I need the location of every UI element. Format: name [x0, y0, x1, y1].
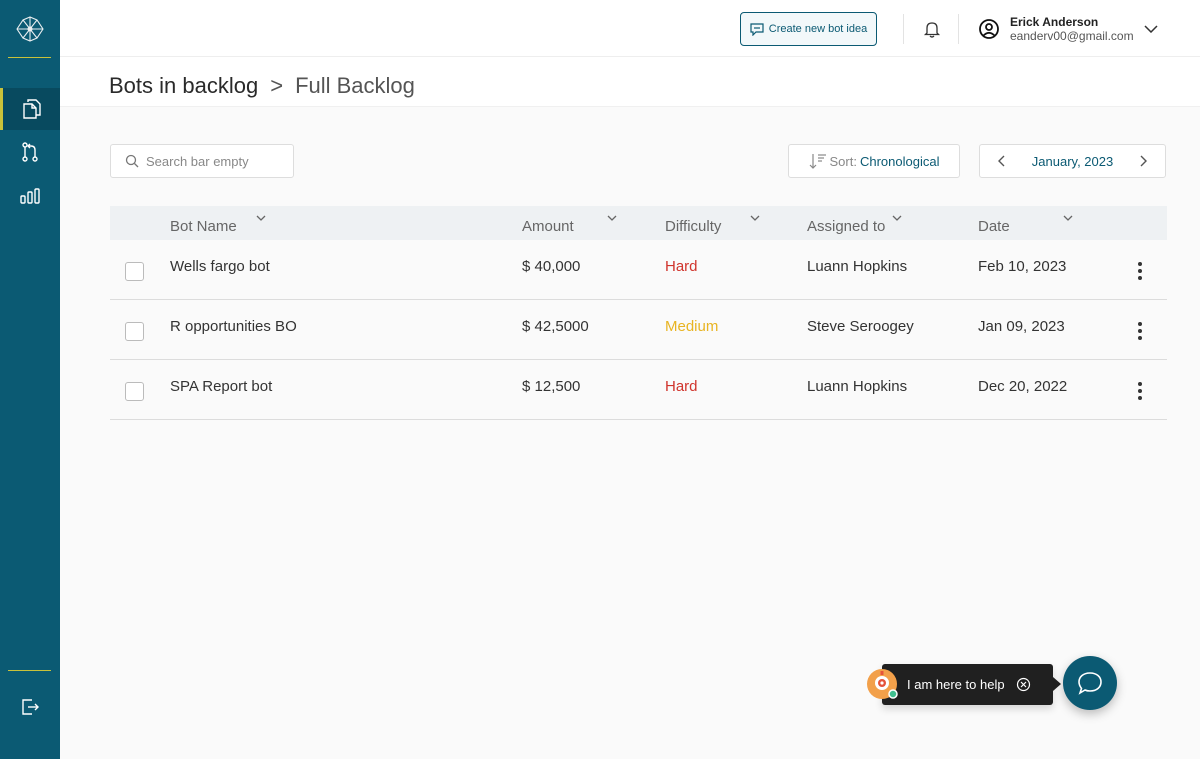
sort-label: Sort:: [829, 153, 857, 169]
bell-icon[interactable]: [922, 19, 942, 39]
header-divider: [903, 14, 904, 44]
column-header-amount[interactable]: Amount: [522, 215, 617, 235]
date-cell: Feb 10, 2023: [978, 258, 1067, 275]
column-label: Assigned to: [807, 218, 886, 235]
row-menu-icon[interactable]: [1132, 260, 1148, 282]
row-menu-icon[interactable]: [1132, 380, 1148, 402]
sidebar: [0, 0, 60, 759]
sidebar-item-analytics[interactable]: [0, 175, 60, 217]
assigned-cell: Steve Seroogey: [807, 318, 914, 335]
amount-cell: $ 40,000: [522, 258, 581, 275]
sidebar-item-logout[interactable]: [0, 686, 60, 728]
date-cell: Dec 20, 2022: [978, 378, 1068, 395]
chat-bubble-icon: [1078, 672, 1102, 695]
bot-name-cell: SPA Report bot: [170, 378, 273, 395]
table-header: Bot Name Amount Difficulty Assigned to D…: [110, 206, 1167, 240]
user-name: Erick Anderson: [1010, 14, 1099, 29]
row-checkbox[interactable]: [125, 382, 144, 401]
chat-bubble-icon: [750, 22, 764, 36]
brain-logo-icon[interactable]: [13, 12, 47, 46]
assigned-cell: Luann Hopkins: [807, 378, 908, 395]
date-cell: Jan 09, 2023: [978, 318, 1065, 335]
table-row[interactable]: SPA Report bot $ 12,500 Hard Luann Hopki…: [110, 360, 1167, 420]
create-bot-idea-label: Create new bot idea: [768, 23, 868, 35]
breadcrumb-bar: Bots in backlog > Full Backlog: [60, 57, 1200, 107]
column-label: Bot Name: [170, 218, 237, 235]
documents-icon: [22, 99, 41, 119]
user-info: Erick Anderson eanderv00@gmail.com: [1010, 15, 1134, 44]
search-icon: [125, 154, 139, 168]
column-header-date[interactable]: Date: [978, 215, 1073, 235]
current-month[interactable]: January, 2023: [1032, 154, 1113, 169]
difficulty-cell: Hard: [665, 258, 698, 275]
merge-icon: [22, 142, 38, 162]
breadcrumb-current: Full Backlog: [295, 73, 415, 98]
chevron-down-icon[interactable]: [892, 215, 902, 221]
sidebar-item-workflow[interactable]: [0, 131, 60, 173]
amount-cell: $ 42,5000: [522, 318, 589, 335]
breadcrumb-separator: >: [270, 73, 284, 98]
bot-name-cell: Wells fargo bot: [170, 258, 270, 275]
column-header-difficulty[interactable]: Difficulty: [665, 215, 760, 235]
difficulty-cell: Medium: [665, 318, 719, 335]
sort-value: Chronological: [859, 153, 940, 169]
row-checkbox[interactable]: [125, 262, 144, 281]
difficulty-cell: Hard: [665, 378, 698, 395]
table-row[interactable]: Wells fargo bot $ 40,000 Hard Luann Hopk…: [110, 240, 1167, 300]
sidebar-divider: [8, 57, 51, 58]
user-email: eanderv00@gmail.com: [1010, 28, 1134, 43]
column-header-assigned-to[interactable]: Assigned to: [807, 215, 902, 235]
prev-month-button[interactable]: [998, 155, 1006, 167]
breadcrumb-parent[interactable]: Bots in backlog: [109, 73, 258, 99]
chevron-down-icon[interactable]: [607, 215, 617, 221]
logout-icon: [22, 699, 39, 715]
column-label: Amount: [522, 218, 574, 235]
chevron-down-icon[interactable]: [1144, 25, 1158, 33]
help-text: I am here to help: [907, 677, 1005, 692]
chevron-down-icon[interactable]: [750, 215, 760, 221]
amount-cell: $ 12,500: [522, 378, 581, 395]
column-header-bot-name[interactable]: Bot Name: [170, 215, 266, 235]
sort-button[interactable]: Sort: Chronological: [788, 144, 960, 178]
sidebar-item-backlog[interactable]: [0, 88, 60, 130]
chevron-right-icon: [1140, 155, 1147, 167]
table-row[interactable]: R opportunities BO $ 42,5000 Medium Stev…: [110, 300, 1167, 360]
robot-mascot-icon: [867, 669, 898, 699]
sort-descending-icon: [809, 154, 826, 169]
search-input[interactable]: [146, 153, 286, 169]
row-menu-icon[interactable]: [1132, 320, 1148, 342]
breadcrumb: Bots in backlog > Full Backlog: [109, 73, 415, 99]
sidebar-divider: [8, 670, 51, 671]
bot-name-cell: R opportunities BO: [170, 318, 297, 335]
row-checkbox[interactable]: [125, 322, 144, 341]
month-picker: January, 2023: [979, 144, 1166, 178]
assigned-cell: Luann Hopkins: [807, 258, 908, 275]
next-month-button[interactable]: [1139, 155, 1147, 167]
user-menu[interactable]: Erick Anderson eanderv00@gmail.com: [978, 14, 1158, 44]
create-bot-idea-button[interactable]: Create new bot idea: [740, 12, 877, 46]
column-label: Difficulty: [665, 218, 722, 235]
column-label: Date: [978, 218, 1010, 235]
user-circle-icon: [979, 19, 999, 39]
chevron-down-icon[interactable]: [1063, 215, 1073, 221]
chevron-left-icon: [998, 155, 1005, 167]
close-circle-icon[interactable]: [1016, 677, 1031, 692]
search-box[interactable]: [110, 144, 294, 178]
chevron-down-icon[interactable]: [256, 215, 266, 221]
header-divider: [958, 14, 959, 44]
chat-open-button[interactable]: [1063, 656, 1117, 710]
bar-chart-icon: [20, 188, 40, 204]
help-tooltip: I am here to help: [882, 664, 1061, 705]
top-header: Create new bot idea Erick Anderson eande…: [60, 0, 1200, 57]
